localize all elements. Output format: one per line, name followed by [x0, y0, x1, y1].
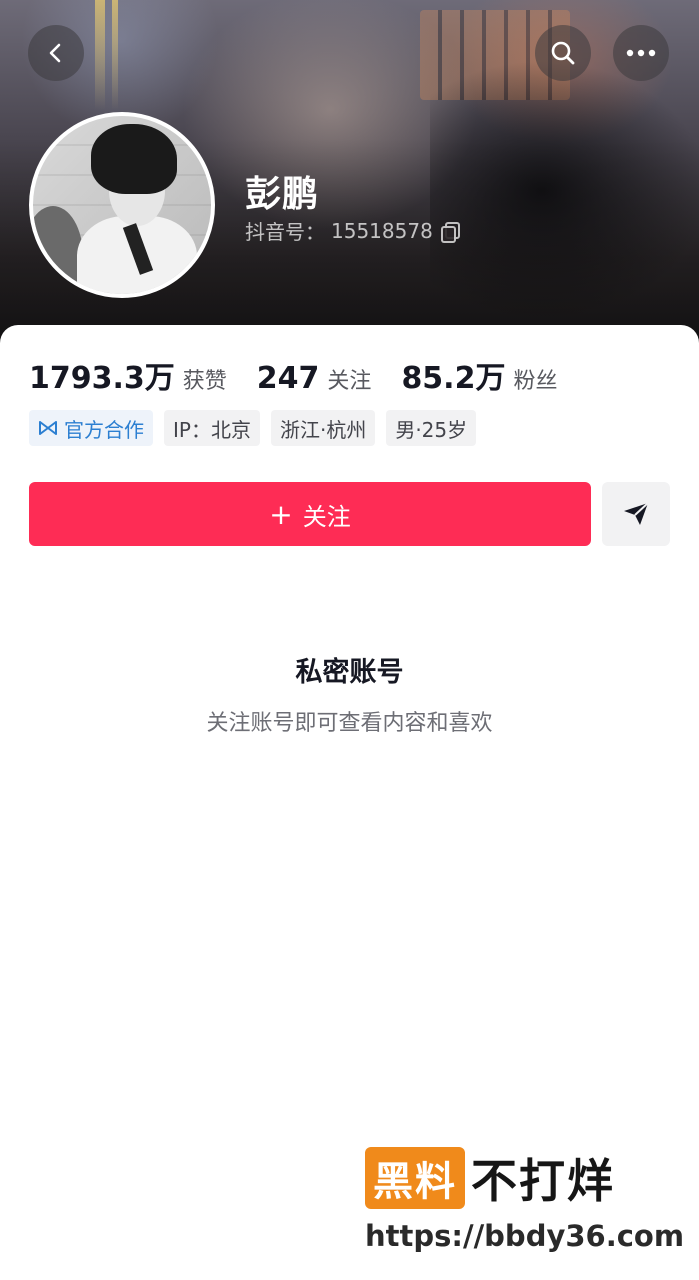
stat-likes: 1793.3万 获赞: [29, 353, 227, 397]
copy-icon[interactable]: [440, 221, 460, 243]
stat-value: 1793.3万: [29, 361, 175, 396]
stat-value: 247: [256, 361, 320, 396]
tag-ip: IP：北京: [164, 410, 260, 446]
private-account-subtitle: 关注账号即可查看内容和喜欢: [206, 711, 493, 736]
chevron-left-icon: [49, 43, 61, 63]
profile-page: 彭鹏 抖音号： 15518578 1793.3万 获赞 247 关注 85.2万…: [0, 0, 699, 1280]
private-account-title: 私密账号: [295, 657, 404, 688]
stat-label: 粉丝: [513, 369, 558, 394]
profile-banner: 彭鹏 抖音号： 15518578: [0, 0, 699, 345]
more-dots-icon: [626, 49, 656, 57]
tag-official-cooperation[interactable]: 官方合作: [29, 410, 153, 446]
follow-button[interactable]: + 关注: [29, 482, 591, 546]
stat-label: 关注: [327, 369, 372, 394]
stat-followers[interactable]: 85.2万 粉丝: [401, 353, 557, 397]
watermark: 黑料 不打烊 https://bbdy36.com: [365, 1145, 685, 1253]
send-icon: [624, 502, 649, 525]
watermark-url: https://bbdy36.com: [365, 1219, 685, 1253]
stat-following[interactable]: 247 关注: [257, 361, 372, 396]
back-button[interactable]: [28, 25, 84, 81]
search-icon: [551, 41, 575, 65]
follow-label: 关注: [302, 502, 351, 531]
douyin-id-value: 15518578: [331, 218, 433, 243]
douyin-id[interactable]: 抖音号： 15518578: [245, 216, 460, 245]
search-button[interactable]: [535, 25, 591, 81]
tag-location: 浙江·杭州: [270, 410, 376, 446]
tag-official-label: 官方合作: [64, 417, 144, 442]
plus-icon: +: [269, 497, 293, 531]
more-button[interactable]: [613, 25, 669, 81]
douyin-id-label: 抖音号：: [245, 220, 325, 244]
stat-label: 获赞: [182, 369, 227, 394]
profile-card: 1793.3万 获赞 247 关注 85.2万 粉丝 官方合作 IP：北京 浙江…: [0, 325, 699, 1280]
profile-name: 彭鹏: [245, 174, 320, 215]
stats-row: 1793.3万 获赞 247 关注 85.2万 粉丝: [29, 353, 587, 396]
watermark-logo-text: 不打烊: [471, 1154, 615, 1208]
watermark-logo-box: 黑料: [365, 1147, 465, 1209]
stat-value: 85.2万: [401, 361, 506, 396]
official-cooperation-icon: [38, 420, 58, 436]
send-message-button[interactable]: [602, 482, 670, 546]
tag-gender-age: 男·25岁: [386, 410, 477, 446]
profile-tags: 官方合作 IP：北京 浙江·杭州 男·25岁: [29, 410, 477, 446]
avatar[interactable]: [29, 112, 215, 298]
